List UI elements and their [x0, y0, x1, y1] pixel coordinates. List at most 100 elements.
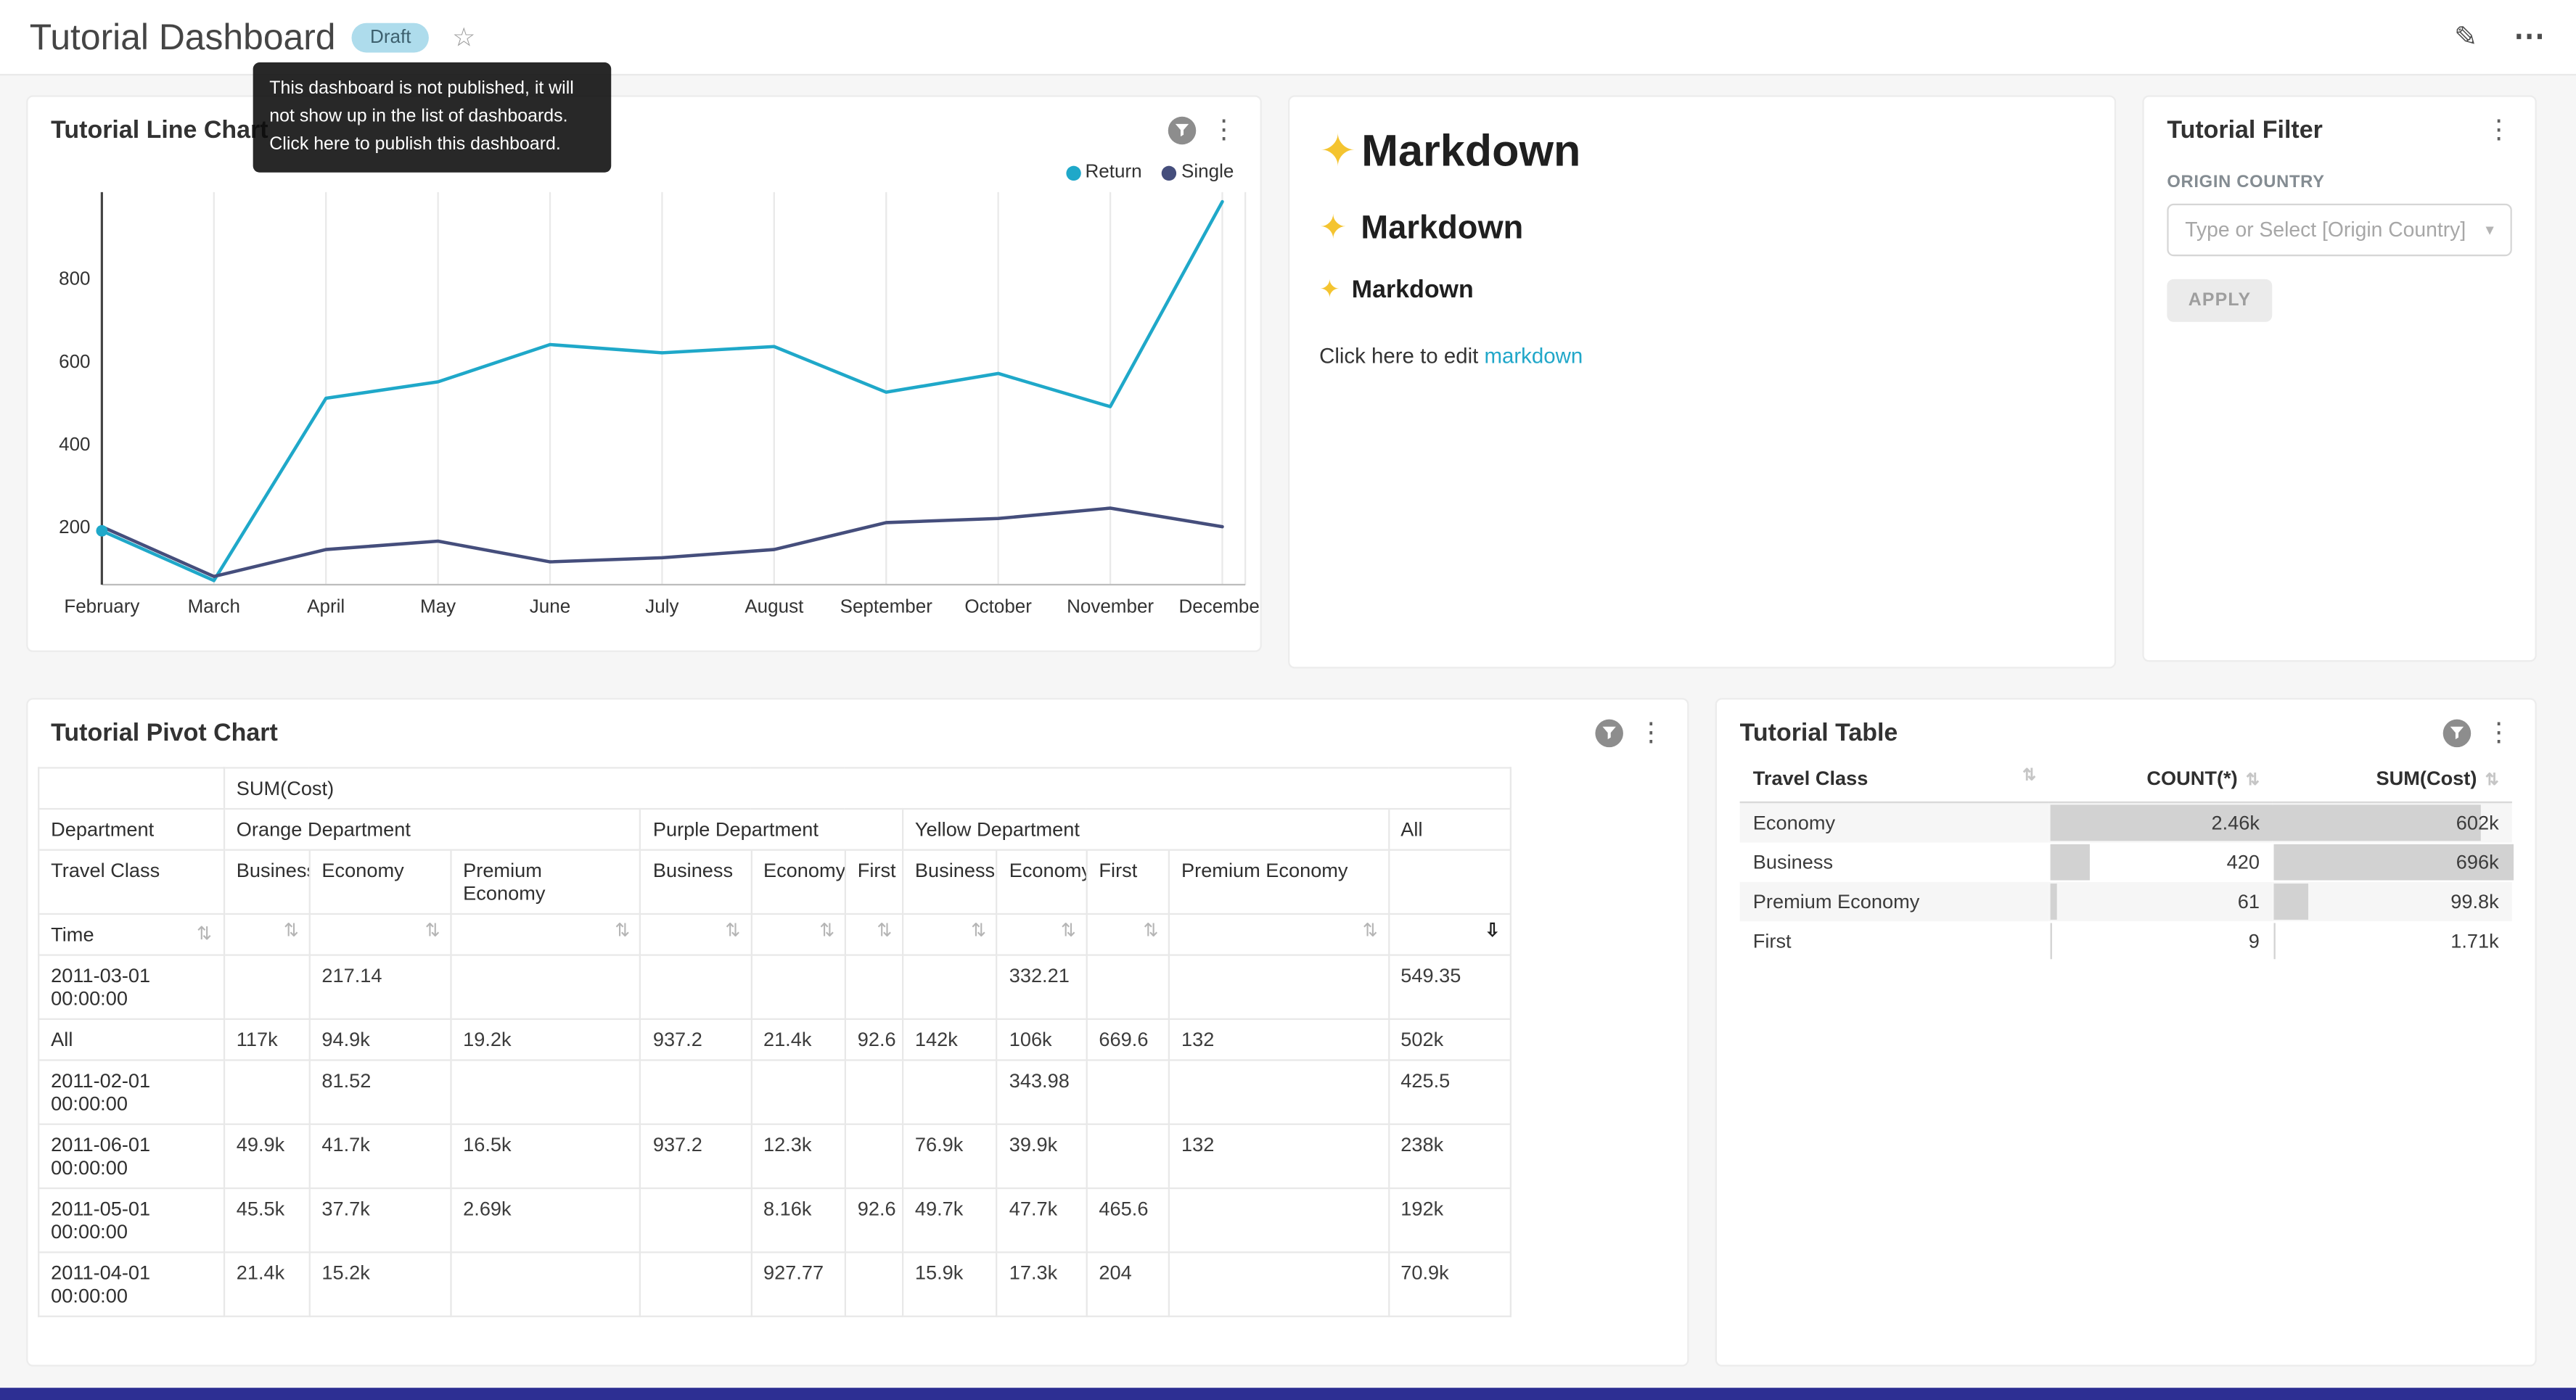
- sort-icon[interactable]: ⇅: [641, 914, 751, 955]
- sum-cell: 1.71k: [2273, 921, 2512, 960]
- pivot-value-cell: 17.3k: [997, 1252, 1087, 1316]
- draft-status-badge[interactable]: Draft: [352, 22, 429, 52]
- pivot-value-cell: [1086, 1124, 1169, 1188]
- travel-class-cell: Premium Economy: [1740, 882, 2050, 921]
- pivot-value-cell: 76.9k: [903, 1124, 997, 1188]
- sort-icon[interactable]: ⇅: [751, 914, 845, 955]
- cross-filter-icon[interactable]: [2443, 720, 2471, 747]
- pivot-time-row: Time⇅⇅⇅⇅⇅⇅⇅⇅⇅⇅⇅⇩: [38, 914, 1511, 955]
- edit-dashboard-icon[interactable]: ✎: [2454, 20, 2477, 53]
- pivot-value-cell: 117k: [224, 1019, 310, 1061]
- more-menu-icon[interactable]: ⋯: [2514, 18, 2546, 56]
- publish-tooltip[interactable]: This dashboard is not published, it will…: [253, 62, 612, 173]
- legend-item-single[interactable]: Single: [1162, 162, 1234, 182]
- pivot-value-cell: [845, 1252, 903, 1316]
- kebab-menu-icon[interactable]: ⋮: [1638, 720, 1664, 746]
- sort-icon[interactable]: ⇅: [224, 914, 310, 955]
- favorite-star-icon[interactable]: ☆: [452, 20, 475, 53]
- pivot-class-header: Premium Economy: [451, 850, 641, 914]
- pivot-data-row: 2011-04-01 00:00:0021.4k15.2k927.7715.9k…: [38, 1252, 1511, 1316]
- screenshot-stage: Tutorial Dashboard Draft ☆ ✎ ⋯ This dash…: [0, 0, 2576, 1400]
- count-cell: 9: [2049, 921, 2273, 960]
- svg-text:May: May: [420, 596, 456, 617]
- kebab-menu-icon[interactable]: ⋮: [2486, 118, 2512, 144]
- col-count[interactable]: COUNT(*)⇅: [2049, 755, 2273, 802]
- markdown-heading-1: ✦Markdown: [1319, 126, 2085, 177]
- pivot-value-cell: 37.7k: [309, 1188, 451, 1252]
- pivot-value-cell: 19.2k: [451, 1019, 641, 1061]
- svg-text:200: 200: [59, 516, 90, 538]
- sort-icon[interactable]: ⇅: [997, 914, 1087, 955]
- pivot-measure-label: SUM(Cost): [224, 767, 1511, 809]
- pivot-measure-row: SUM(Cost): [38, 767, 1511, 809]
- sort-icon[interactable]: ⇅: [451, 914, 641, 955]
- kebab-menu-icon[interactable]: ⋮: [2486, 720, 2512, 746]
- svg-text:August: August: [745, 596, 804, 617]
- table-row[interactable]: Economy 2.46k 602k: [1740, 802, 2512, 842]
- page-title: Tutorial Dashboard: [30, 16, 336, 59]
- svg-text:800: 800: [59, 268, 90, 289]
- svg-text:September: September: [840, 596, 933, 617]
- sum-cell: 99.8k: [2273, 882, 2512, 921]
- sort-icon[interactable]: ⇅: [903, 914, 997, 955]
- pivot-value-cell: 132: [1169, 1019, 1388, 1061]
- apply-button[interactable]: APPLY: [2167, 279, 2272, 322]
- markdown-edit-link[interactable]: markdown: [1484, 343, 1583, 368]
- sort-desc-icon[interactable]: ⇩: [1388, 914, 1511, 955]
- pivot-value-cell: 937.2: [641, 1124, 751, 1188]
- pivot-value-cell: [845, 1060, 903, 1124]
- pivot-col-dimension: Department: [38, 809, 224, 850]
- table-row[interactable]: Premium Economy 61 99.8k: [1740, 882, 2512, 921]
- pivot-value-cell: [451, 955, 641, 1019]
- col-travel-class[interactable]: Travel Class⇅: [1740, 755, 2050, 802]
- pivot-value-cell: 12.3k: [751, 1124, 845, 1188]
- pivot-value-cell: [641, 955, 751, 1019]
- sort-icon: ⇅: [2022, 767, 2036, 785]
- select-placeholder: Type or Select [Origin Country]: [2185, 218, 2466, 242]
- pivot-time-label[interactable]: Time⇅: [38, 914, 224, 955]
- origin-country-select[interactable]: Type or Select [Origin Country] ▾: [2167, 204, 2511, 256]
- data-table-wrap: Travel Class⇅ COUNT(*)⇅ SUM(Cost)⇅ Econo…: [1740, 755, 2512, 960]
- cross-filter-icon[interactable]: [1595, 720, 1623, 747]
- pivot-value-cell: 92.6: [845, 1019, 903, 1061]
- pivot-value-cell: 106k: [997, 1019, 1087, 1061]
- sort-icon[interactable]: ⇅: [309, 914, 451, 955]
- pivot-value-cell: 39.9k: [997, 1124, 1087, 1188]
- pivot-row-dimension: Travel Class: [38, 850, 224, 914]
- pivot-value-cell: 47.7k: [997, 1188, 1087, 1252]
- origin-country-label: ORIGIN COUNTRY: [2167, 173, 2511, 192]
- table-row[interactable]: Business 420 696k: [1740, 842, 2512, 881]
- pivot-value-cell: [1086, 1060, 1169, 1124]
- svg-text:October: October: [964, 596, 1032, 617]
- legend-item-return[interactable]: Return: [1065, 162, 1141, 182]
- markdown-footer-text: Click here to edit: [1319, 343, 1484, 368]
- pivot-value-cell: [751, 955, 845, 1019]
- count-cell: 420: [2049, 842, 2273, 881]
- sort-icon[interactable]: ⇅: [1086, 914, 1169, 955]
- sort-icon[interactable]: ⇅: [845, 914, 903, 955]
- pivot-value-cell: [1086, 955, 1169, 1019]
- pivot-header: Tutorial Pivot Chart ⋮: [28, 700, 1687, 748]
- pivot-value-cell: [1169, 1060, 1388, 1124]
- pivot-value-cell: 41.7k: [309, 1124, 451, 1188]
- svg-text:600: 600: [59, 350, 90, 372]
- svg-text:December: December: [1178, 596, 1261, 617]
- pivot-row-label: 2011-03-01 00:00:00: [38, 955, 224, 1019]
- markdown-heading-2: ✦ Markdown: [1319, 207, 2085, 248]
- pivot-class-header: Business: [903, 850, 997, 914]
- markdown-heading-1-text: Markdown: [1361, 126, 1580, 176]
- table-row[interactable]: First 9 1.71k: [1740, 921, 2512, 960]
- col-sum-cost[interactable]: SUM(Cost)⇅: [2273, 755, 2512, 802]
- pivot-value-cell: 15.2k: [309, 1252, 451, 1316]
- pivot-value-cell: 81.52: [309, 1060, 451, 1124]
- pivot-group-header: Purple Department: [641, 809, 903, 850]
- pivot-value-cell: [845, 955, 903, 1019]
- pivot-value-cell: [641, 1188, 751, 1252]
- pivot-row-label: 2011-02-01 00:00:00: [38, 1060, 224, 1124]
- sort-icon[interactable]: ⇅: [1169, 914, 1388, 955]
- svg-text:March: March: [188, 596, 240, 617]
- pivot-group-header: Yellow Department: [903, 809, 1388, 850]
- pivot-class-row: Travel ClassBusinessEconomyPremium Econo…: [38, 850, 1511, 914]
- pivot-value-cell: 204: [1086, 1252, 1169, 1316]
- sort-icon: ⇅: [2246, 772, 2260, 790]
